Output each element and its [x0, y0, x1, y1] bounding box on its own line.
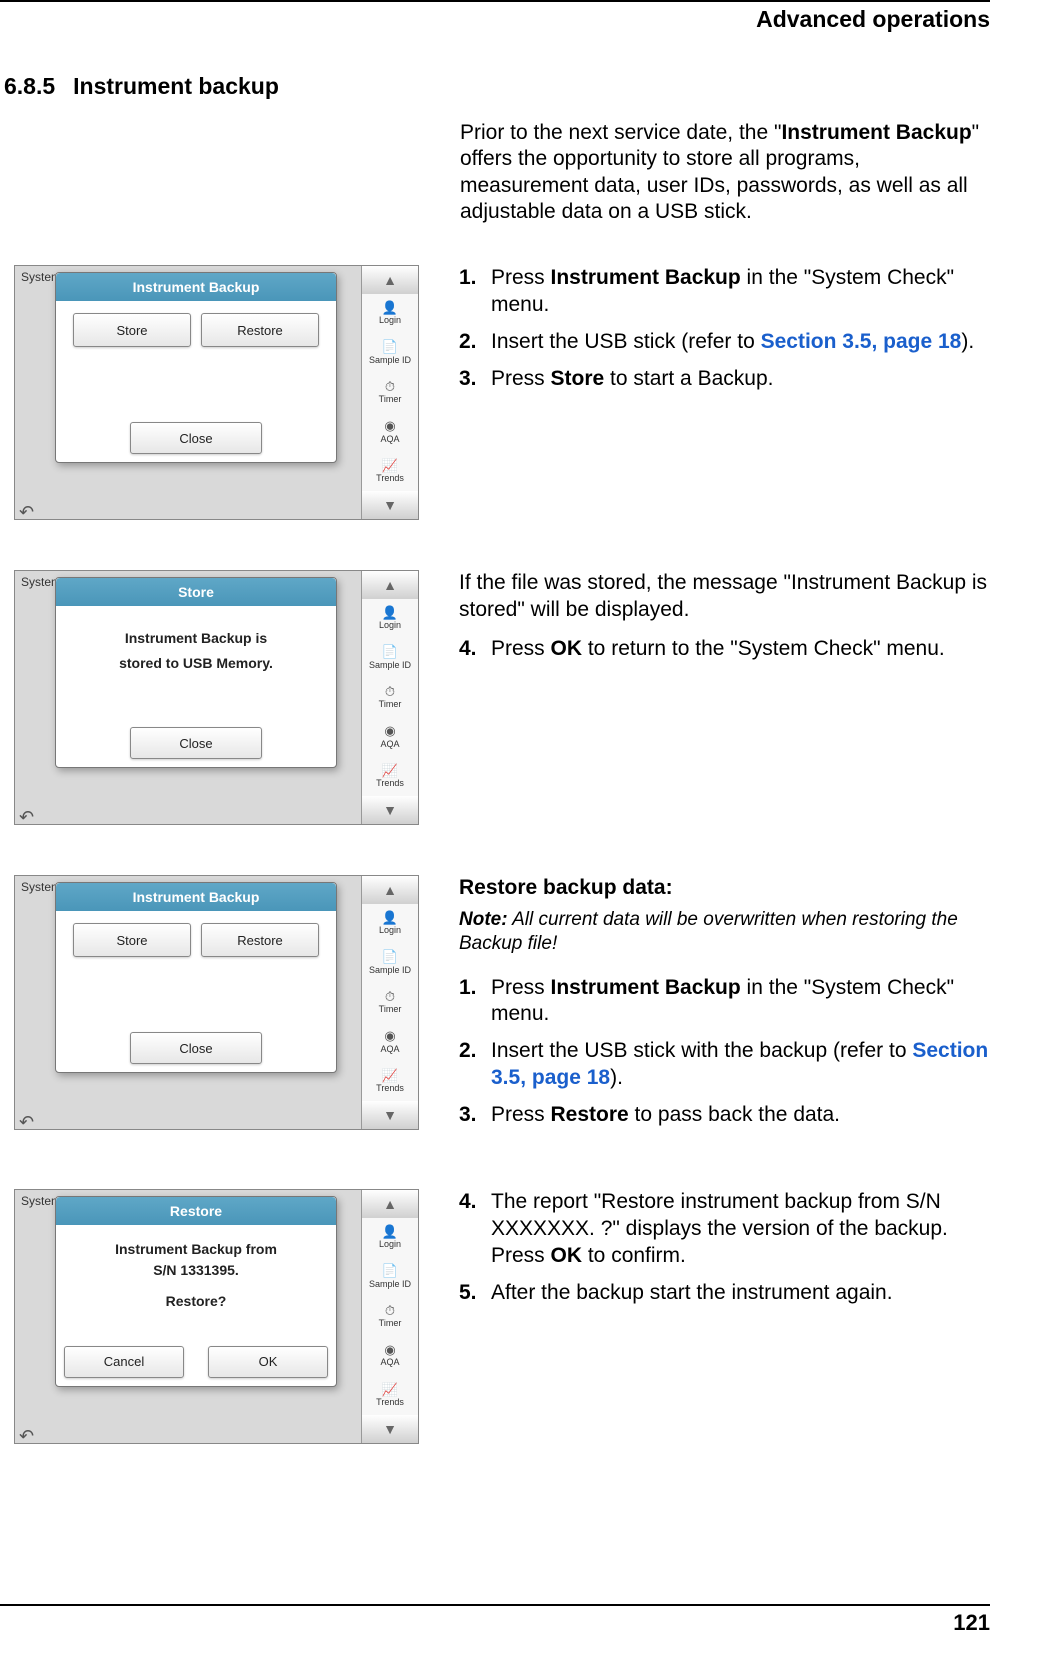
- back-icon: ↶: [19, 1426, 34, 1444]
- restore-button[interactable]: Restore: [201, 313, 319, 347]
- sidebar-item-login[interactable]: 👤Login: [379, 911, 401, 936]
- user-icon: 👤: [379, 606, 401, 620]
- timer-icon: ⏱: [379, 380, 402, 394]
- message-line-2: stored to USB Memory.: [64, 651, 328, 676]
- timer-icon: ⏱: [379, 1304, 402, 1318]
- sidebar-item-sample-id[interactable]: 📄Sample ID: [369, 340, 411, 365]
- sidebar-item-timer[interactable]: ⏱Timer: [379, 380, 402, 405]
- document-icon: 📄: [369, 1264, 411, 1278]
- page-number: 121: [0, 1606, 990, 1636]
- sidebar-item-trends[interactable]: 📈Trends: [376, 1069, 404, 1094]
- user-icon: 👤: [379, 301, 401, 315]
- sidebar-item-login[interactable]: 👤Login: [379, 301, 401, 326]
- ok-button[interactable]: OK: [208, 1346, 328, 1378]
- dialog-title: Instrument Backup: [56, 883, 336, 911]
- restore-step-2: Insert the USB stick with the backup (re…: [491, 1038, 989, 1092]
- restore-step-3: Press Restore to pass back the data.: [491, 1102, 989, 1129]
- document-icon: 📄: [369, 950, 411, 964]
- dialog-title: Restore: [56, 1197, 336, 1225]
- sidebar-item-sample-id[interactable]: 📄Sample ID: [369, 645, 411, 670]
- timer-icon: ⏱: [379, 990, 402, 1004]
- store-button[interactable]: Store: [73, 923, 191, 957]
- sidebar-item-aqa[interactable]: ◉AQA: [380, 419, 399, 444]
- scroll-up-icon[interactable]: ▲: [362, 571, 418, 599]
- message-line-1: Instrument Backup is: [64, 626, 328, 651]
- sidebar: ▲ 👤Login 📄Sample ID ⏱Timer ◉AQA 📈Trends …: [361, 1190, 418, 1443]
- section-heading: 6.8.5 Instrument backup: [0, 73, 990, 100]
- screenshot-backup-menu-restore: System Checks ↶ Instrument Backup Store …: [14, 875, 419, 1130]
- restore-step-5: After the backup start the instrument ag…: [491, 1280, 989, 1307]
- chart-icon: 📈: [376, 1069, 404, 1083]
- cancel-button[interactable]: Cancel: [64, 1346, 184, 1378]
- circle-icon: ◉: [380, 1343, 399, 1357]
- scroll-down-icon[interactable]: ▼: [362, 491, 418, 519]
- step-4: Press OK to return to the "System Check"…: [491, 636, 989, 663]
- scroll-up-icon[interactable]: ▲: [362, 266, 418, 294]
- page-header: Advanced operations: [0, 2, 990, 43]
- circle-icon: ◉: [380, 1029, 399, 1043]
- restore-heading: Restore backup data:: [459, 875, 989, 902]
- sidebar-item-sample-id[interactable]: 📄Sample ID: [369, 950, 411, 975]
- screenshot-stored-message: System Checks ↶ Store Instrument Backup …: [14, 570, 419, 825]
- screenshot-backup-menu: System Checks ↶ Instrument Backup Store …: [14, 265, 419, 520]
- user-icon: 👤: [379, 911, 401, 925]
- sidebar-item-aqa[interactable]: ◉AQA: [380, 1029, 399, 1054]
- chart-icon: 📈: [376, 764, 404, 778]
- scroll-up-icon[interactable]: ▲: [362, 876, 418, 904]
- step-3: Press Store to start a Backup.: [491, 366, 989, 393]
- document-icon: 📄: [369, 645, 411, 659]
- sidebar: ▲ 👤Login 📄Sample ID ⏱Timer ◉AQA 📈Trends …: [361, 266, 418, 519]
- restore-note: Note: All current data will be overwritt…: [459, 908, 989, 957]
- sidebar-item-trends[interactable]: 📈Trends: [376, 764, 404, 789]
- user-icon: 👤: [379, 1225, 401, 1239]
- dialog-title: Instrument Backup: [56, 273, 336, 301]
- restore-step-4: The report "Restore instrument backup fr…: [491, 1189, 989, 1270]
- store-button[interactable]: Store: [73, 313, 191, 347]
- sidebar-item-login[interactable]: 👤Login: [379, 1225, 401, 1250]
- close-button[interactable]: Close: [130, 422, 262, 454]
- restore-msg-line-3: Restore?: [64, 1291, 328, 1312]
- section-title: Instrument backup: [73, 73, 279, 100]
- circle-icon: ◉: [380, 419, 399, 433]
- screenshot-restore-confirm: System Checks ↶ Restore Instrument Backu…: [14, 1189, 419, 1444]
- sidebar-item-trends[interactable]: 📈Trends: [376, 459, 404, 484]
- sidebar-item-timer[interactable]: ⏱Timer: [379, 990, 402, 1015]
- intro-paragraph: Prior to the next service date, the "Ins…: [460, 120, 990, 225]
- sidebar: ▲ 👤Login 📄Sample ID ⏱Timer ◉AQA 📈Trends …: [361, 876, 418, 1129]
- document-icon: 📄: [369, 340, 411, 354]
- step-2: Insert the USB stick (refer to Section 3…: [491, 329, 989, 356]
- back-icon: ↶: [19, 1112, 34, 1130]
- sidebar: ▲ 👤Login 📄Sample ID ⏱Timer ◉AQA 📈Trends …: [361, 571, 418, 824]
- back-icon: ↶: [19, 502, 34, 520]
- back-icon: ↶: [19, 807, 34, 825]
- restore-button[interactable]: Restore: [201, 923, 319, 957]
- restore-step-1: Press Instrument Backup in the "System C…: [491, 975, 989, 1029]
- step-1: Press Instrument Backup in the "System C…: [491, 265, 989, 319]
- chart-icon: 📈: [376, 459, 404, 473]
- restore-msg-line-2: S/N 1331395.: [64, 1260, 328, 1281]
- sidebar-item-timer[interactable]: ⏱Timer: [379, 685, 402, 710]
- sidebar-item-trends[interactable]: 📈Trends: [376, 1383, 404, 1408]
- scroll-down-icon[interactable]: ▼: [362, 1415, 418, 1443]
- circle-icon: ◉: [380, 724, 399, 738]
- restore-msg-line-1: Instrument Backup from: [64, 1239, 328, 1260]
- sidebar-item-login[interactable]: 👤Login: [379, 606, 401, 631]
- scroll-up-icon[interactable]: ▲: [362, 1190, 418, 1218]
- timer-icon: ⏱: [379, 685, 402, 699]
- close-button[interactable]: Close: [130, 727, 262, 759]
- section-number: 6.8.5: [4, 73, 55, 100]
- sidebar-item-aqa[interactable]: ◉AQA: [380, 1343, 399, 1368]
- chart-icon: 📈: [376, 1383, 404, 1397]
- link-section-3-5[interactable]: Section 3.5, page 18: [761, 330, 962, 353]
- scroll-down-icon[interactable]: ▼: [362, 796, 418, 824]
- sidebar-item-aqa[interactable]: ◉AQA: [380, 724, 399, 749]
- sidebar-item-timer[interactable]: ⏱Timer: [379, 1304, 402, 1329]
- close-button[interactable]: Close: [130, 1032, 262, 1064]
- dialog-title: Store: [56, 578, 336, 606]
- scroll-down-icon[interactable]: ▼: [362, 1101, 418, 1129]
- sidebar-item-sample-id[interactable]: 📄Sample ID: [369, 1264, 411, 1289]
- stored-paragraph: If the file was stored, the message "Ins…: [459, 570, 989, 624]
